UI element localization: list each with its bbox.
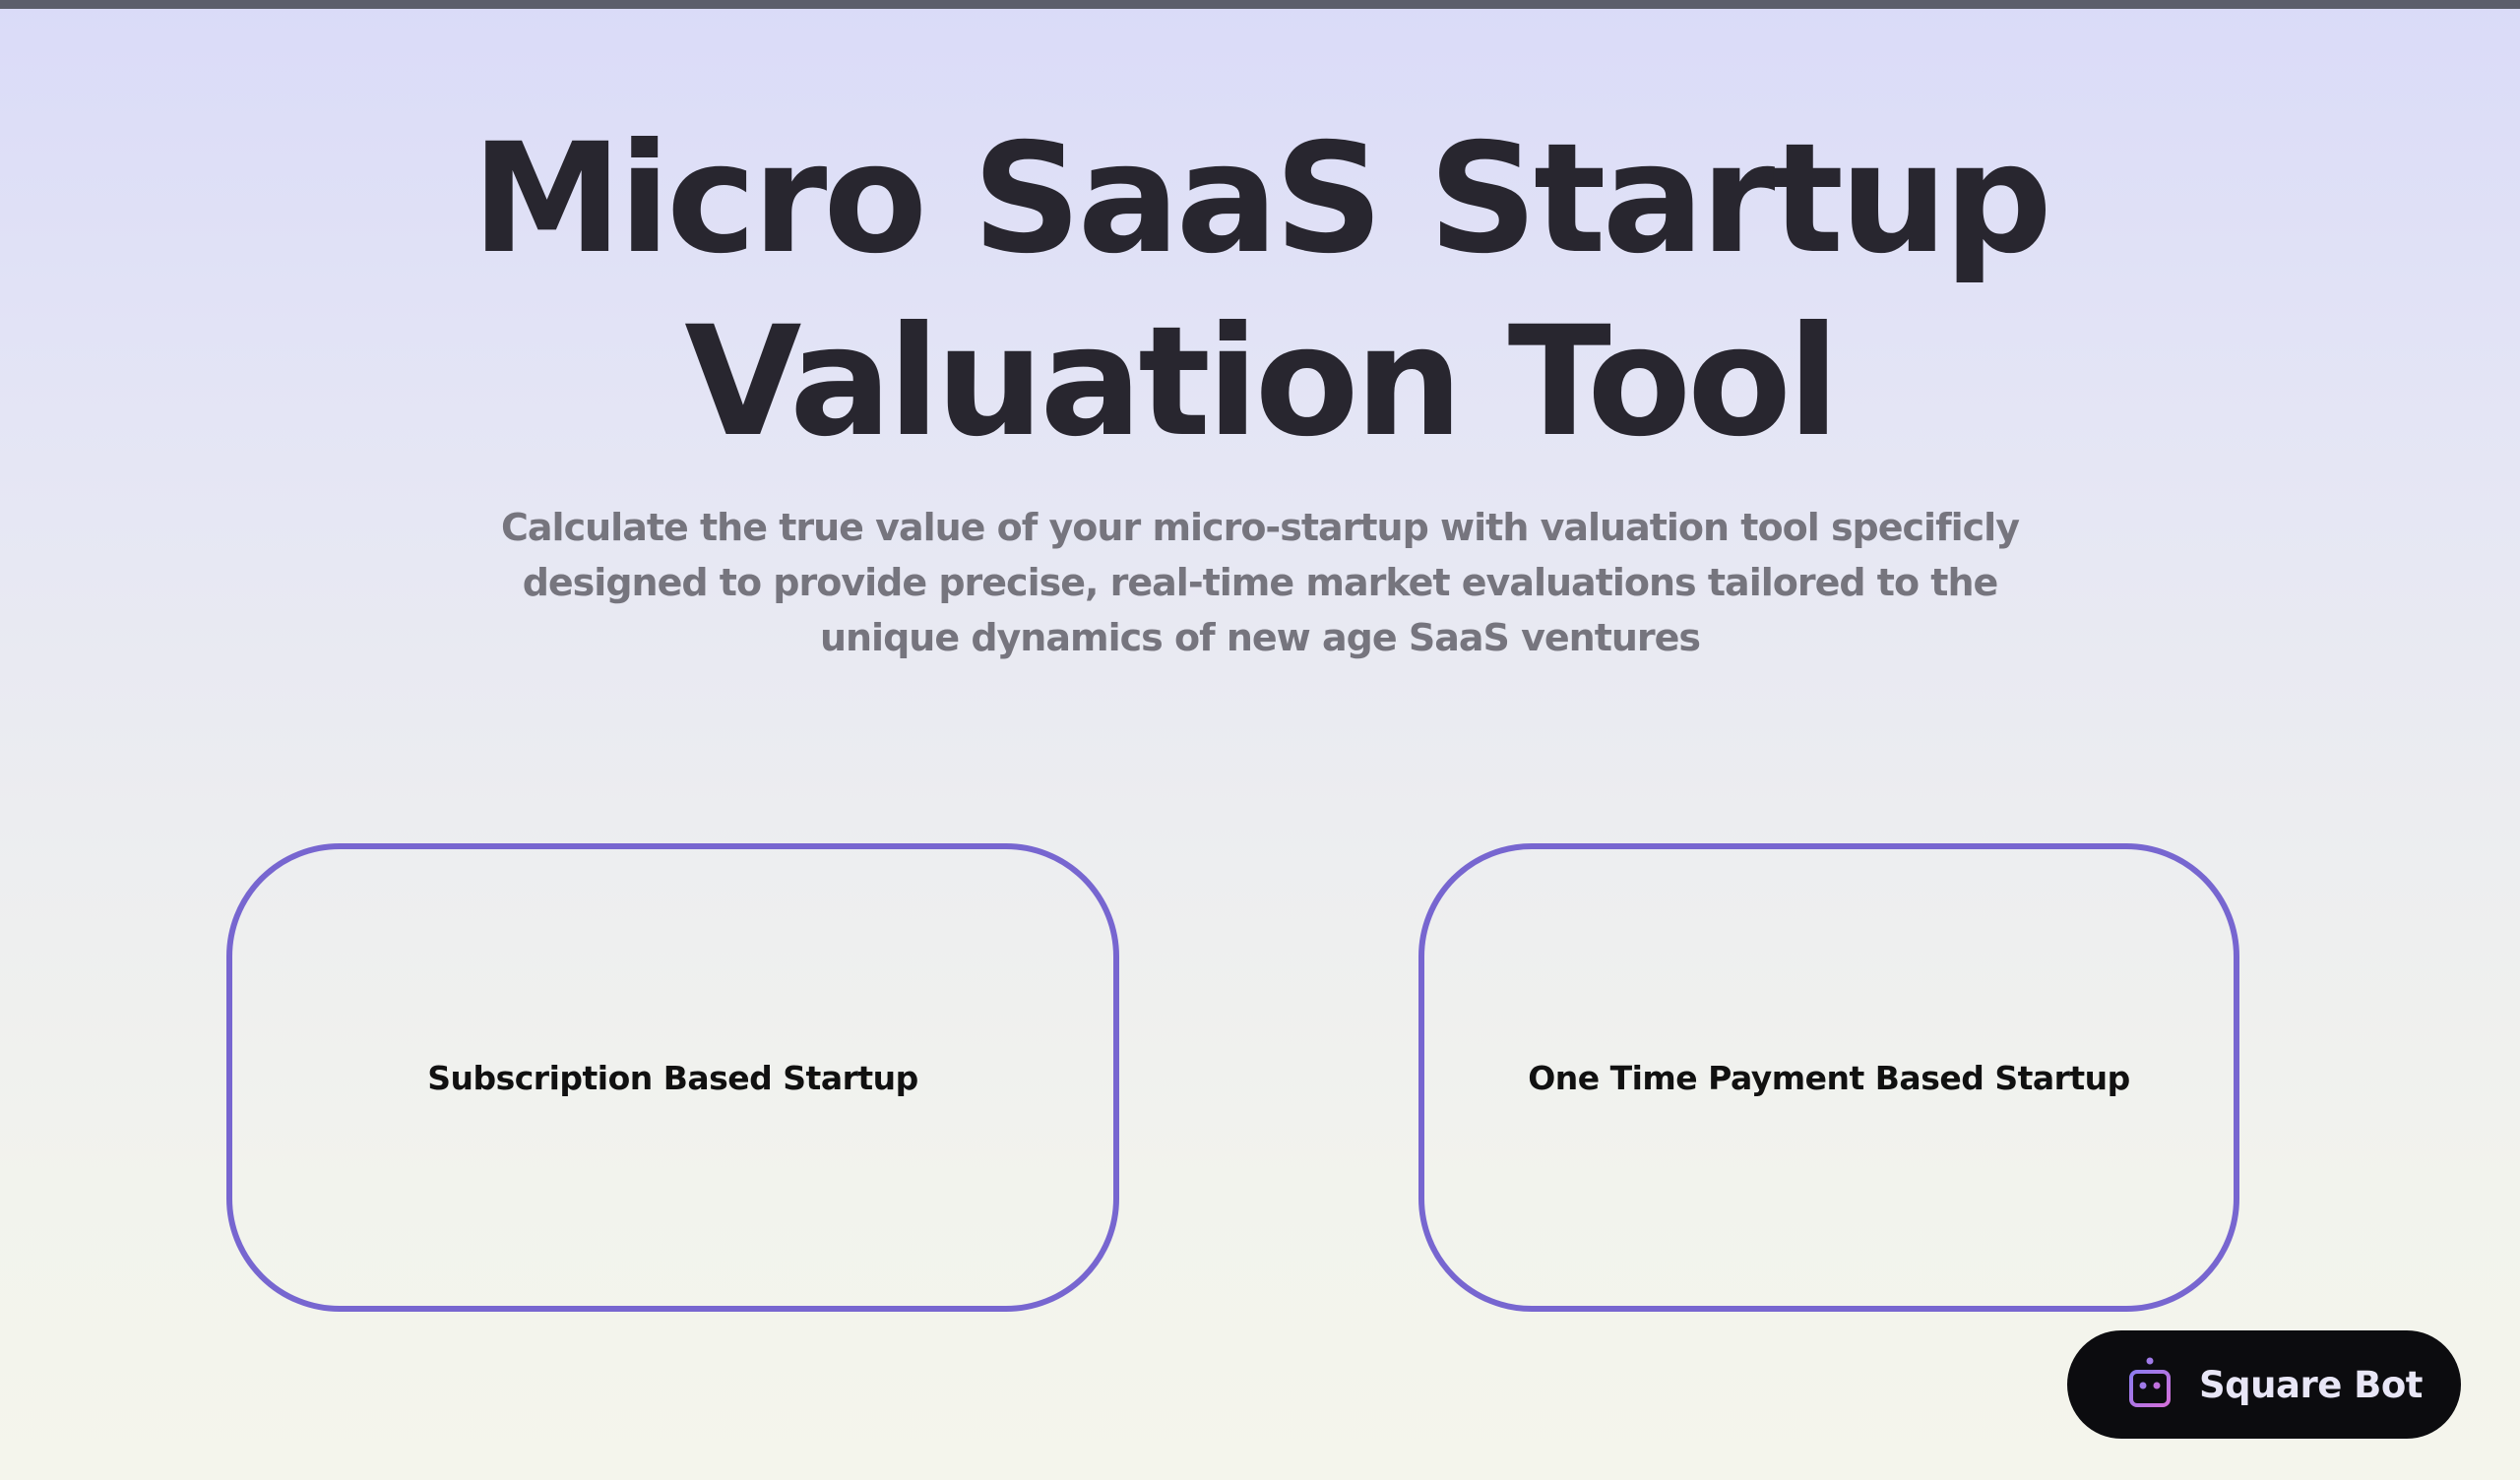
one-time-payment-startup-card[interactable]: One Time Payment Based Startup: [1418, 843, 2239, 1312]
page-description: Calculate the true value of your micro-s…: [501, 506, 2020, 659]
page-title: Micro SaaS Startup Valuation Tool: [0, 108, 2520, 474]
square-bot-button[interactable]: Square Bot: [2067, 1330, 2461, 1439]
subscription-based-startup-label: Subscription Based Startup: [427, 1058, 918, 1097]
page-title-line-1: Micro SaaS Startup: [472, 111, 2052, 287]
page-title-line-2: Valuation Tool: [684, 294, 1839, 470]
one-time-payment-startup-label: One Time Payment Based Startup: [1528, 1058, 2130, 1097]
square-bot-label: Square Bot: [2199, 1363, 2423, 1406]
subscription-based-startup-card[interactable]: Subscription Based Startup: [226, 843, 1119, 1312]
robot-icon: [2126, 1357, 2174, 1412]
hero-section: Micro SaaS Startup Valuation Tool Calcul…: [0, 0, 2520, 689]
